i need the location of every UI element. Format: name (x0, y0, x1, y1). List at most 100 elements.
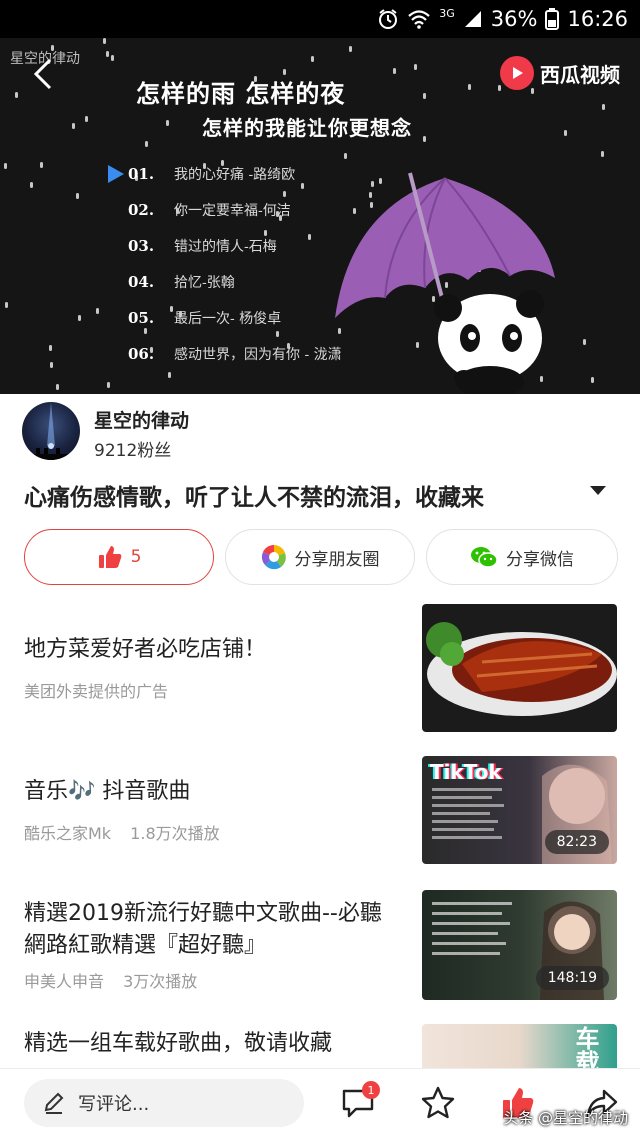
rain-drop (393, 68, 396, 74)
feed-item-title: 精選2019新流行好聽中文歌曲--必聽網路紅歌精選『超好聽』 (24, 901, 382, 958)
rain-drop (166, 120, 169, 126)
rain-drop (76, 193, 79, 199)
song-title: 感动世界，因为有你 - 泷潇 (174, 347, 342, 363)
feed-item-meta: 美团外卖提供的广告 (24, 678, 168, 702)
video-headline-2: 怎样的我能让你更想念 (202, 116, 412, 140)
comment-placeholder: 写评论... (78, 1094, 150, 1115)
rain-drop (96, 308, 99, 314)
feed-item-thumbnail: TikTok 82:23 (422, 756, 617, 864)
like-button[interactable]: 5 (24, 529, 214, 585)
feed-item-thumbnail (422, 604, 617, 732)
clock-time: 16:26 (567, 7, 628, 31)
song-row: 01. 我的心好痛 -路绮欧 (108, 156, 342, 192)
feed-item-thumbnail: 148:19 (422, 890, 617, 1000)
share-moments-label: 分享朋友圈 (294, 549, 380, 570)
rain-drop (344, 153, 347, 159)
rain-drop (145, 141, 148, 147)
rain-drop (40, 162, 43, 168)
rain-drop (49, 345, 52, 351)
avatar-image (22, 402, 80, 460)
feed-item-ad[interactable]: 地方菜爱好者必吃店铺！ 美团外卖提供的广告 (0, 604, 640, 732)
back-arrow-icon[interactable] (28, 56, 58, 92)
song-number: 02. (128, 201, 155, 219)
feed-item-thumbnail: 车载 (422, 1024, 617, 1068)
song-title: 我的心好痛 -路绮欧 (174, 167, 296, 183)
rain-drop (468, 84, 471, 90)
video-duration: 148:19 (535, 966, 609, 990)
battery-icon (545, 8, 560, 30)
wechat-icon (471, 547, 498, 568)
video-title: 心痛伤感情歌，听了让人不禁的流泪，收藏来 (24, 485, 484, 511)
rain-drop (78, 315, 81, 321)
now-playing-icon (108, 165, 124, 183)
rain-drop (168, 372, 171, 378)
thumbs-up-icon (98, 546, 121, 568)
feed-item-video[interactable]: 精选一组车载好歌曲，敬请收藏 车载 (0, 1024, 640, 1068)
rain-drop (4, 163, 7, 169)
favorite-star-icon[interactable] (420, 1085, 456, 1121)
comment-input[interactable]: 写评论... (24, 1079, 304, 1127)
song-row: 06. 感动世界，因为有你 - 泷潇 (108, 336, 342, 372)
xigua-brand-text: 西瓜视频 (540, 62, 620, 87)
rain-drop (111, 55, 114, 61)
song-title: 错过的情人-石梅 (174, 239, 277, 255)
feed-item-meta: 酷乐之家Mk 1.8万次播放 (24, 820, 220, 844)
like-count: 5 (130, 547, 142, 567)
rain-drop (30, 182, 33, 188)
song-number: 03. (128, 237, 155, 255)
song-row: 03. 错过的情人-石梅 (108, 228, 342, 264)
feed-item-video[interactable]: 音乐🎶 抖音歌曲 酷乐之家Mk 1.8万次播放 TikTok 82:23 (0, 756, 640, 864)
action-buttons: 5 分享朋友圈 分享微信 (24, 529, 618, 585)
feed-item-title: 地方菜爱好者必吃店铺！ (24, 637, 267, 662)
author-name[interactable]: 星空的律动 (94, 406, 189, 433)
alarm-icon (379, 9, 398, 29)
feed-item-views: 1.8万次播放 (130, 824, 220, 843)
feed-item-views: 3万次播放 (123, 972, 198, 991)
feed-item-source: 申美人申音 (24, 972, 105, 991)
share-wechat-button[interactable]: 分享微信 (426, 529, 618, 585)
status-bar: 3G 36% 16:26 (0, 0, 640, 38)
rain-drop (423, 93, 426, 99)
song-title: 拾忆-张翰 (174, 275, 235, 291)
network-type: 3G (439, 6, 455, 20)
xigua-video-logo: 西瓜视频 (500, 56, 620, 90)
rain-drop (56, 384, 59, 390)
author-avatar[interactable] (22, 402, 80, 460)
rain-drop (414, 64, 417, 70)
rain-drop (311, 56, 314, 62)
song-number: 06. (128, 345, 155, 363)
song-list: 01. 我的心好痛 -路绮欧 02. 你一定要幸福-何洁 03. 错过的情人-石… (108, 156, 342, 372)
expand-caret-icon[interactable] (590, 486, 606, 495)
rain-drop (107, 382, 110, 388)
author-fans-count: 9212粉丝 (94, 441, 172, 461)
share-moments-button[interactable]: 分享朋友圈 (225, 529, 415, 585)
pencil-icon (44, 1092, 64, 1114)
song-row: 02. 你一定要幸福-何洁 (108, 192, 342, 228)
feed-item-source: 酷乐之家Mk (24, 824, 112, 843)
battery-percent: 36% (490, 7, 538, 31)
rain-drop (50, 362, 53, 368)
moments-icon (261, 544, 286, 570)
feed-item-meta: 申美人申音 3万次播放 (24, 968, 197, 992)
video-duration: 82:23 (544, 830, 609, 854)
feed-item-source: 美团外卖提供的广告 (24, 682, 169, 701)
toutiao-watermark: 头条 @星空的律动 (503, 1109, 628, 1127)
rain-drop (349, 46, 352, 52)
rain-drop (5, 302, 8, 308)
song-title: 最后一次- 杨俊卓 (174, 311, 282, 327)
rain-drop (103, 38, 106, 44)
rain-drop (591, 377, 594, 383)
bottom-bar: 写评论... 1 头条 @星空的律动 (0, 1068, 640, 1138)
author-row: 星空的律动 9212粉丝 (0, 394, 640, 466)
feed-item-video[interactable]: 精選2019新流行好聽中文歌曲--必聽網路紅歌精選『超好聽』 申美人申音 3万次… (0, 890, 640, 1000)
video-headline-1: 怎样的雨 怎样的夜 (136, 79, 346, 108)
video-player[interactable]: 星空的律动 西瓜视频 怎样的雨 怎样的夜 怎样的我能让你更想念 01. 我的心好… (0, 38, 640, 394)
xigua-play-icon (500, 56, 534, 90)
song-row: 05. 最后一次- 杨俊卓 (108, 300, 342, 336)
wifi-icon (408, 10, 430, 29)
rain-drop (85, 116, 88, 122)
rain-drop (15, 92, 18, 98)
rain-drop (583, 339, 586, 345)
panda-umbrella-illustration (335, 172, 555, 394)
rain-drop (72, 123, 75, 129)
